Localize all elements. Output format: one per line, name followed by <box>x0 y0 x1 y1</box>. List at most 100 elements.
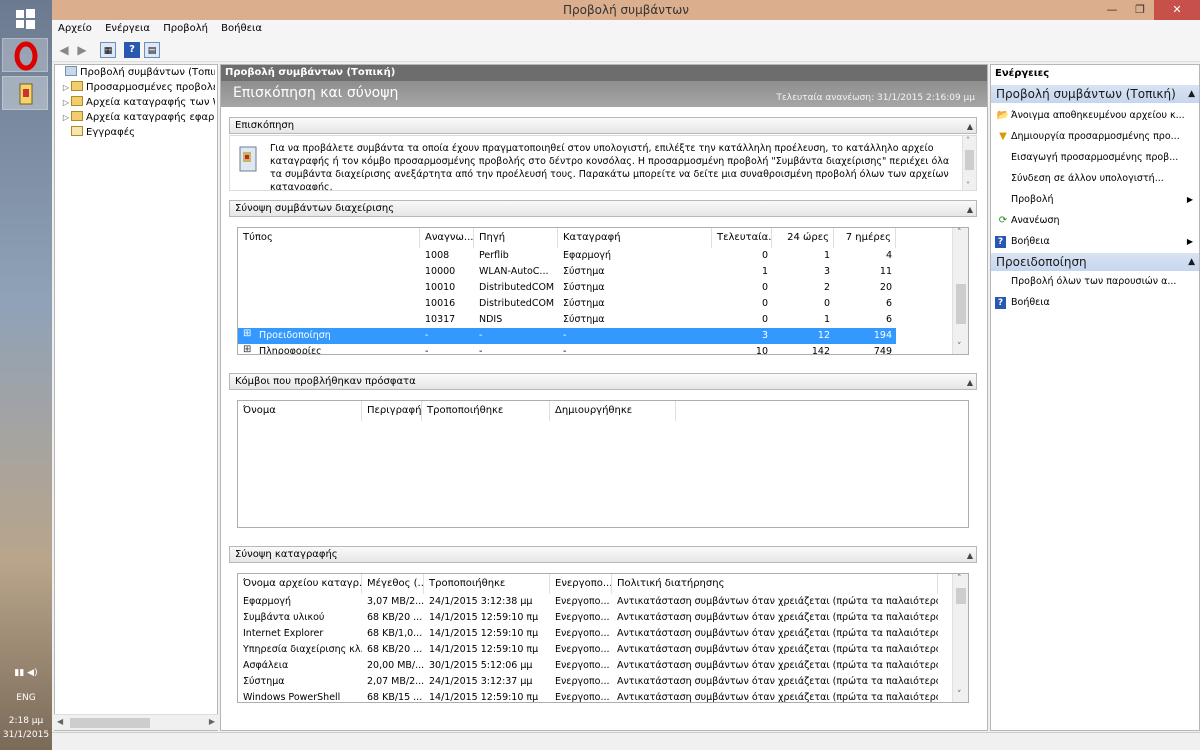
filter-icon: ▼ <box>999 131 1007 142</box>
overview-section-header[interactable]: Επισκόπηση ▲ <box>229 117 977 134</box>
log-summary-section-header[interactable]: Σύνοψη καταγραφής ▲ <box>229 546 977 563</box>
column-header-source[interactable]: Πηγή <box>474 228 558 248</box>
table-cell: Σύστημα <box>563 314 605 325</box>
collapse-icon[interactable]: ▲ <box>967 202 973 217</box>
column-header-modified[interactable]: Τροποποιήθηκε <box>422 401 550 421</box>
table-row[interactable]: ⊞ Προειδοποίηση - - - 3 12 194 <box>238 328 896 344</box>
windows-start-icon[interactable] <box>2 2 48 36</box>
tree-item-custom-views[interactable]: ▷ Προσαρμοσμένες προβολές <box>55 81 215 95</box>
actions-section-warning[interactable]: Προειδοποίηση ▲ <box>991 253 1199 271</box>
action-item[interactable]: ? Βοήθεια ▶ <box>995 233 1195 251</box>
overview-scrollbar[interactable]: ˄ ˅ <box>962 136 976 190</box>
column-header-name[interactable]: Όνομα <box>238 401 362 421</box>
expand-group-icon[interactable]: ⊞ <box>243 328 251 339</box>
table-row[interactable]: Συμβάντα υλικού 68 KB/20 ... 14/1/2015 12:… <box>238 610 952 626</box>
clock-date[interactable]: 31/1/2015 <box>0 730 52 740</box>
table-row[interactable]: Windows PowerShell 68 KB/15 ... 14/1/2015 … <box>238 690 952 702</box>
admin-events-section-header[interactable]: Σύνοψη συμβάντων διαχείρισης ▲ <box>229 200 977 217</box>
column-header-7d[interactable]: 7 ημέρες <box>834 228 896 248</box>
actions-section-event-viewer[interactable]: Προβολή συμβάντων (Τοπική) ▲ <box>991 85 1199 103</box>
column-header-created[interactable]: Δημιουργήθηκε <box>550 401 676 421</box>
action-item[interactable]: ⟳ Ανανέωση <box>995 212 1195 230</box>
collapse-icon[interactable]: ▲ <box>967 375 973 390</box>
column-header-description[interactable]: Περιγραφή <box>362 401 422 421</box>
expand-arrow-icon[interactable]: ▷ <box>61 81 71 95</box>
table-row[interactable]: 10016 DistributedCOM Σύστημα 0 0 6 <box>238 296 896 312</box>
collapse-icon[interactable]: ▲ <box>967 119 973 134</box>
column-header-enabled[interactable]: Ενεργοπο... <box>550 574 612 594</box>
menu-file[interactable]: Αρχείο <box>54 20 96 38</box>
column-header-modified[interactable]: Τροποποιήθηκε <box>424 574 550 594</box>
column-header-retention-policy[interactable]: Πολιτική διατήρησης <box>612 574 938 594</box>
table-row[interactable]: Internet Explorer 68 KB/1,0... 14/1/2015 1… <box>238 626 952 642</box>
action-item[interactable]: ? Βοήθεια <box>995 294 1195 312</box>
action-label: Βοήθεια <box>1011 297 1050 308</box>
table-cell: 6 <box>885 298 892 309</box>
admin-events-scrollbar[interactable]: ˄ ˅ <box>952 228 968 354</box>
recent-nodes-section-header[interactable]: Κόμβοι που προβλήθηκαν πρόσφατα ▲ <box>229 373 977 390</box>
event-viewer-icon <box>65 66 77 76</box>
table-row[interactable]: Ασφάλεια 20,00 MB/... 30/1/2015 5:12:06 μμ… <box>238 658 952 674</box>
tree-item-windows-logs[interactable]: ▷ Αρχεία καταγραφής των Wi <box>55 96 215 110</box>
action-item[interactable]: Σύνδεση σε άλλον υπολογιστή... <box>995 170 1195 188</box>
refresh-icon: ⟳ <box>998 215 1008 226</box>
close-button[interactable]: ✕ <box>1154 0 1200 20</box>
collapse-icon[interactable]: ▲ <box>1188 253 1195 271</box>
tree-item-app-service-logs[interactable]: ▷ Αρχεία καταγραφής εφαρμ <box>55 111 215 125</box>
action-item[interactable]: ▼ Δημιουργία προσαρμοσμένης προ... <box>995 128 1195 146</box>
table-row[interactable]: ⊞ Πληροφορίες - - - 10 142 749 <box>238 344 896 355</box>
network-volume-icon[interactable]: ▮▮ ◀) <box>0 668 52 678</box>
table-cell: 1 <box>823 314 830 325</box>
event-viewer-taskbar-icon[interactable] <box>2 76 48 110</box>
table-row[interactable]: 10000 WLAN-AutoC... Σύστημα 1 3 11 <box>238 264 896 280</box>
forward-arrow-icon[interactable]: ▶ <box>74 42 90 58</box>
collapse-icon[interactable]: ▲ <box>967 548 973 563</box>
column-header-type[interactable]: Τύπος <box>238 228 420 248</box>
table-row[interactable]: 1008 Perflib Εφαρμογή 0 1 4 <box>238 248 896 264</box>
table-row[interactable]: Εφαρμογή 3,07 MB/2... 24/1/2015 3:12:38 μμ… <box>238 594 952 610</box>
clock-time[interactable]: 2:18 μμ <box>0 716 52 726</box>
column-header-log-name[interactable]: Όνομα αρχείου καταγρ... <box>238 574 362 594</box>
tree-item-event-viewer-local[interactable]: Προβολή συμβάντων (Τοπική) <box>55 66 215 80</box>
table-cell: 1 <box>823 250 830 261</box>
help-icon[interactable]: ? <box>124 42 140 58</box>
menu-view[interactable]: Προβολή <box>159 20 212 38</box>
tree-item-label: Αρχεία καταγραφής των Wi <box>86 97 215 108</box>
table-row[interactable]: 10010 DistributedCOM Σύστημα 0 2 20 <box>238 280 896 296</box>
column-header-id[interactable]: Αναγνω... <box>420 228 474 248</box>
action-item[interactable]: Προβολή όλων των παρουσιών α... <box>995 273 1195 291</box>
minimize-button[interactable]: — <box>1098 0 1126 20</box>
menu-action[interactable]: Ενέργεια <box>101 20 154 38</box>
table-cell: - <box>563 346 567 355</box>
column-header-last-hour[interactable]: Τελευταία... <box>712 228 772 248</box>
log-summary-scrollbar[interactable]: ˄ ˅ <box>952 574 968 702</box>
action-item[interactable]: 📂 Άνοιγμα αποθηκευμένου αρχείου κ... <box>995 107 1195 125</box>
tree-item-subscriptions[interactable]: Εγγραφές <box>55 126 215 140</box>
maximize-button[interactable]: ❐ <box>1126 0 1154 20</box>
action-item[interactable]: Προβολή ▶ <box>995 191 1195 209</box>
expand-arrow-icon[interactable]: ▷ <box>61 96 71 110</box>
expand-group-icon[interactable]: ⊞ <box>243 344 251 354</box>
column-header-24h[interactable]: 24 ώρες <box>772 228 834 248</box>
collapse-icon[interactable]: ▲ <box>1188 85 1195 103</box>
table-cell: - <box>479 346 483 355</box>
tree-horizontal-scrollbar[interactable]: ◀ ▶ <box>54 714 218 730</box>
action-label: Προβολή <box>1011 194 1054 205</box>
table-row[interactable]: Υπηρεσία διαχείρισης κλ... 68 KB/20 ... 14… <box>238 642 952 658</box>
table-cell: Σύστημα <box>563 282 605 293</box>
action-item[interactable]: Εισαγωγή προσαρμοσμένης προβ... <box>995 149 1195 167</box>
table-row[interactable]: Σύστημα 2,07 MB/2... 24/1/2015 3:12:37 μμ Ε… <box>238 674 952 690</box>
expand-arrow-icon[interactable]: ▷ <box>61 111 71 125</box>
column-header-log[interactable]: Καταγραφή <box>558 228 712 248</box>
opera-browser-icon[interactable] <box>2 38 48 72</box>
table-cell: 10 <box>755 346 768 355</box>
menu-help[interactable]: Βοήθεια <box>217 20 266 38</box>
table-cell: Πληροφορίες <box>259 346 322 355</box>
column-header-size[interactable]: Μέγεθος (... <box>362 574 424 594</box>
show-hide-action-pane-icon[interactable]: ▤ <box>144 42 160 58</box>
language-indicator[interactable]: ENG <box>0 693 52 703</box>
table-row[interactable]: 10317 NDIS Σύστημα 0 1 6 <box>238 312 896 328</box>
back-arrow-icon[interactable]: ◀ <box>56 42 72 58</box>
action-label: Δημιουργία προσαρμοσμένης προ... <box>1011 131 1180 142</box>
show-hide-tree-icon[interactable]: ▦ <box>100 42 116 58</box>
